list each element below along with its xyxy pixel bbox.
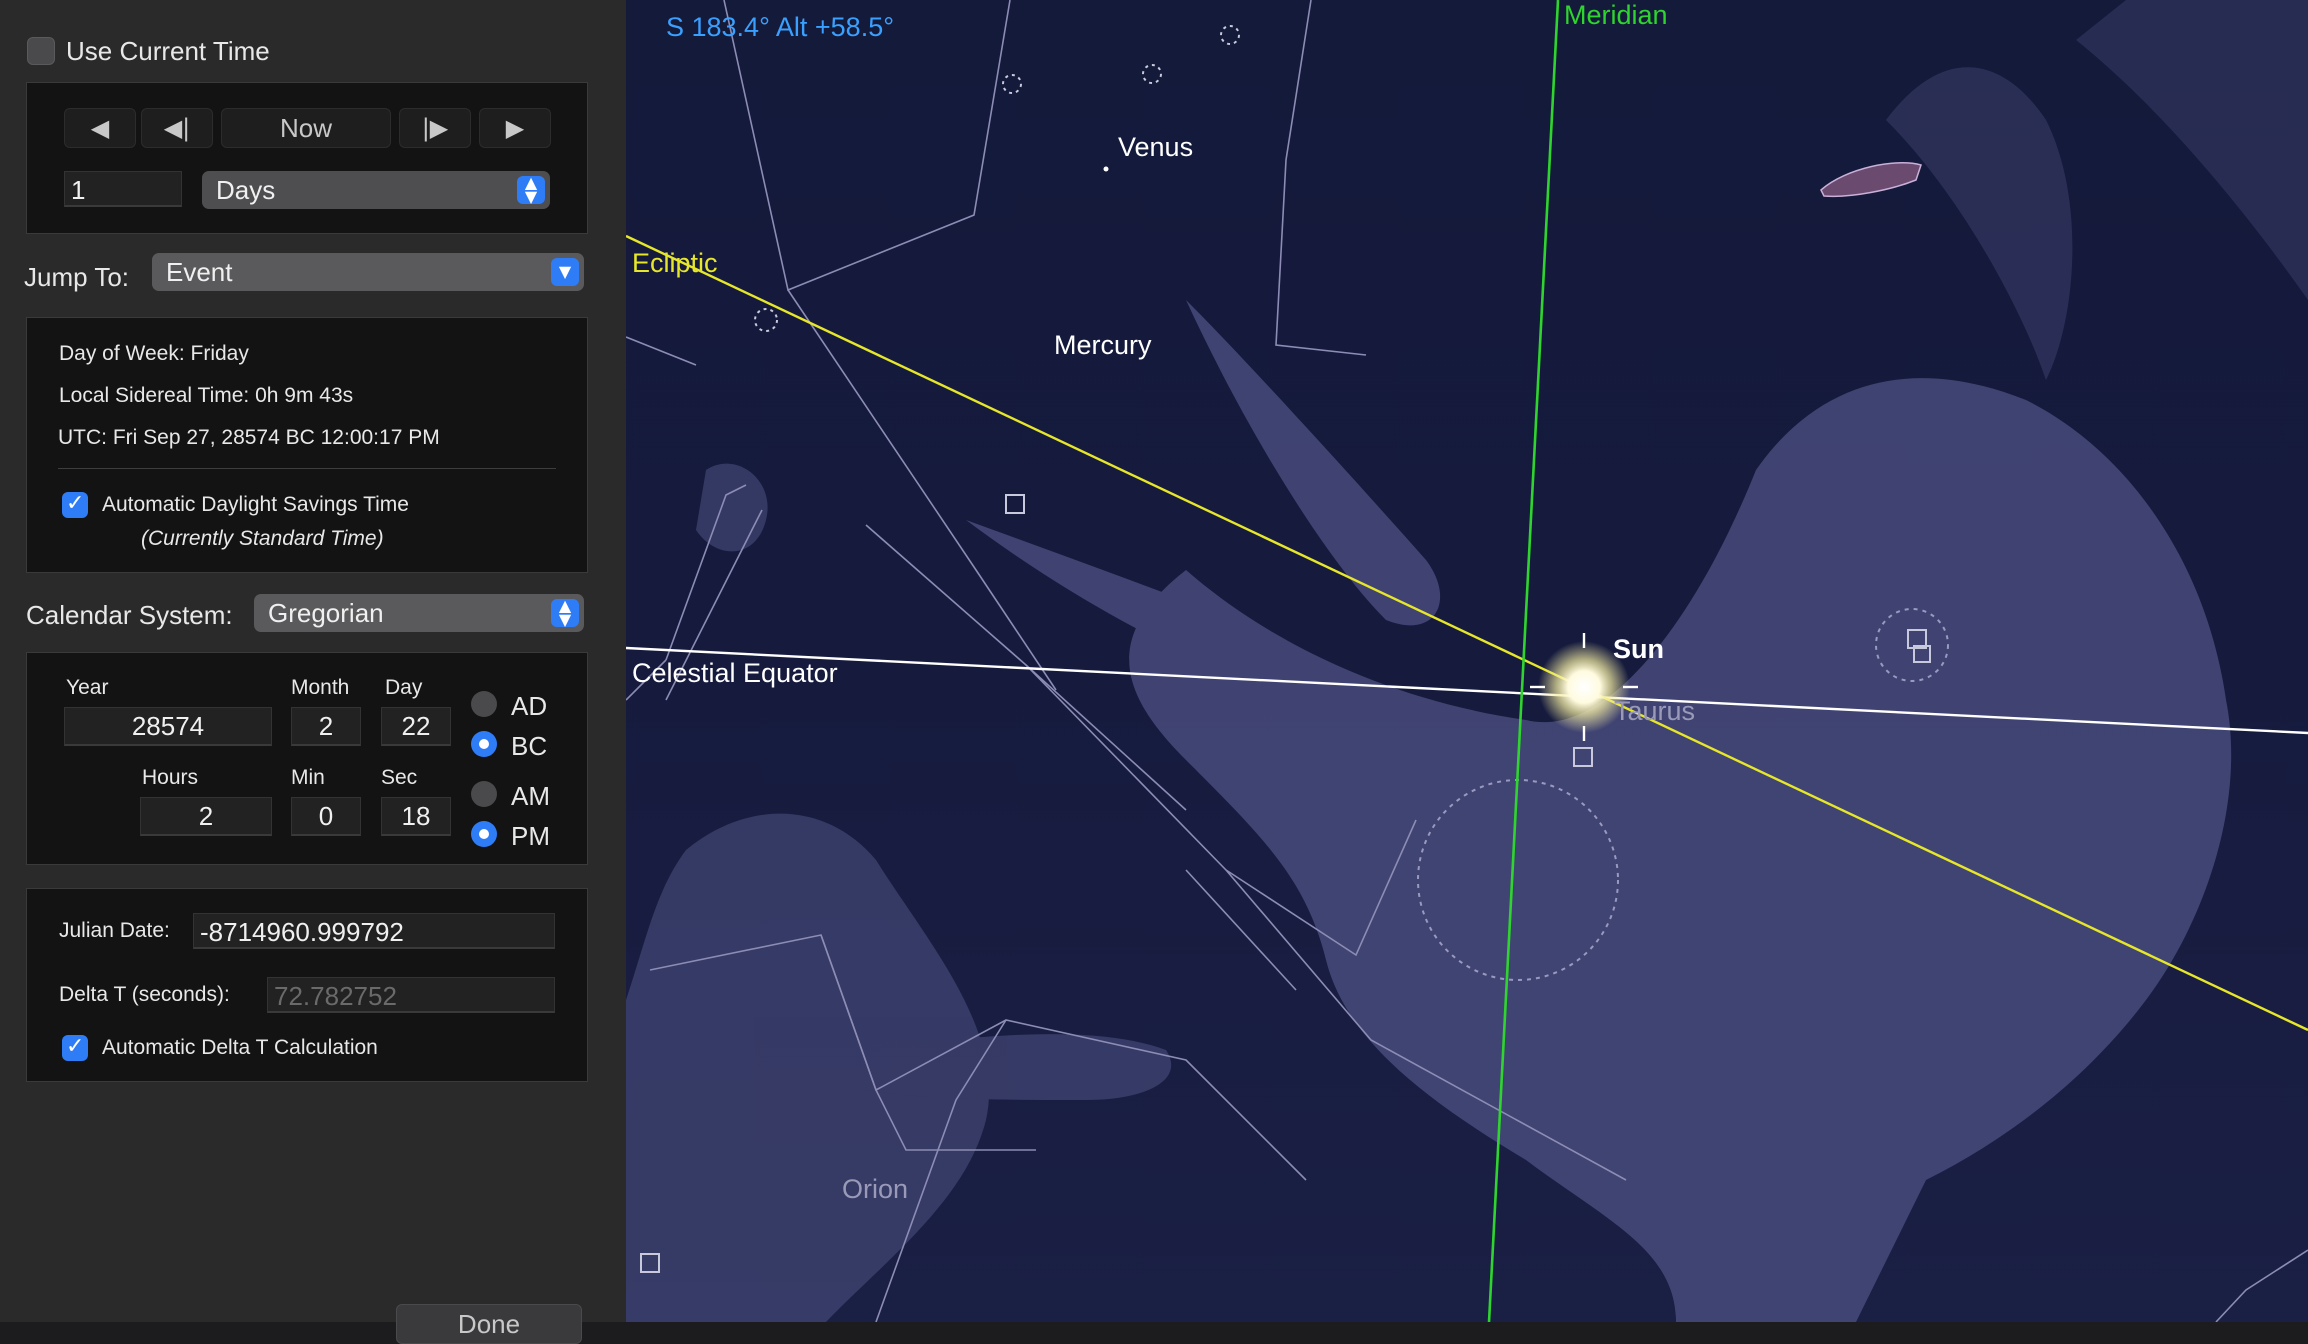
am-radio[interactable] — [471, 781, 497, 807]
updown-chevron-icon: ▲ ▼ — [551, 598, 579, 628]
pm-radio[interactable] — [471, 821, 497, 847]
julian-date-label: Julian Date: — [59, 919, 170, 942]
celestial-equator-label: Celestial Equator — [632, 658, 838, 688]
sec-field[interactable]: 18 — [381, 797, 451, 836]
sidereal-row: Local Sidereal Time: 0h 9m 43s — [59, 384, 353, 408]
taurus-label[interactable]: Taurus — [1614, 696, 1695, 727]
day-of-week-label: Day of Week: — [59, 342, 185, 365]
now-button[interactable]: Now — [221, 108, 391, 148]
min-label: Min — [291, 766, 325, 789]
step-unit-dropdown[interactable]: Days ▲ ▼ — [202, 171, 550, 209]
back-step-button[interactable]: ◀| — [141, 108, 213, 148]
dst-label: Automatic Daylight Savings Time — [102, 493, 409, 516]
pm-label: PM — [511, 821, 550, 851]
day-of-week-value: Friday — [190, 342, 249, 365]
date-time-box: Year Month Day 28574 2 22 Hours Min Sec … — [26, 652, 588, 865]
time-settings-panel: Use Current Time ◀ ◀| Now |▶ ▶ 1 Days ▲ ▼… — [0, 0, 626, 1344]
month-field[interactable]: 2 — [291, 707, 361, 746]
day-label: Day — [385, 676, 423, 699]
dst-status: (Currently Standard Time) — [141, 527, 384, 550]
delta-t-field: 72.782752 — [267, 977, 555, 1013]
mercury-label[interactable]: Mercury — [1054, 330, 1152, 361]
sidereal-label: Local Sidereal Time: — [59, 384, 250, 407]
julian-date-field[interactable]: -8714960.999792 — [193, 913, 555, 949]
utc-row: UTC: Fri Sep 27, 28574 BC 12:00:17 PM — [58, 426, 440, 450]
sky-chart-svg — [626, 0, 2308, 1322]
ad-label: AD — [511, 691, 548, 721]
min-field[interactable]: 0 — [291, 797, 361, 836]
ad-radio[interactable] — [471, 691, 497, 717]
forward-step-button[interactable]: |▶ — [399, 108, 471, 148]
use-current-time-label: Use Current Time — [66, 36, 270, 66]
nebula-shape — [1820, 162, 1922, 198]
use-current-time-checkbox[interactable] — [27, 37, 55, 65]
day-field[interactable]: 22 — [381, 707, 451, 746]
time-step-box: ◀ ◀| Now |▶ ▶ 1 Days ▲ ▼ — [26, 82, 588, 234]
jump-to-label: Jump To: — [24, 262, 130, 292]
view-coordinates: S 183.4° Alt +58.5° — [666, 12, 895, 42]
step-amount-field[interactable]: 1 — [64, 171, 182, 207]
year-label: Year — [66, 676, 109, 699]
auto-delta-t-label: Automatic Delta T Calculation — [102, 1036, 378, 1059]
bc-label: BC — [511, 731, 548, 761]
calendar-system-value: Gregorian — [268, 598, 384, 628]
julian-date-box: Julian Date: -8714960.999792 Delta T (se… — [26, 888, 588, 1082]
step-unit-value: Days — [216, 175, 276, 205]
updown-chevron-icon: ▲ ▼ — [517, 175, 545, 205]
chevron-down-icon: ▼ — [551, 258, 579, 286]
calendar-system-label: Calendar System: — [26, 600, 233, 630]
sidereal-value: 0h 9m 43s — [255, 384, 354, 407]
ecliptic-label: Ecliptic — [632, 248, 718, 278]
done-button[interactable]: Done — [396, 1304, 582, 1344]
dst-checkbox[interactable] — [62, 491, 88, 518]
auto-delta-t-checkbox[interactable] — [62, 1034, 88, 1061]
year-field[interactable]: 28574 — [64, 707, 272, 746]
orion-label[interactable]: Orion — [842, 1174, 908, 1205]
utc-value: Fri Sep 27, 28574 BC 12:00:17 PM — [112, 426, 440, 449]
time-info-box: Day of Week: Friday Local Sidereal Time:… — [26, 317, 588, 573]
utc-label: UTC: — [58, 426, 107, 449]
venus-label[interactable]: Venus — [1118, 132, 1193, 163]
forward-fast-button[interactable]: ▶ — [479, 108, 551, 148]
sky-view[interactable]: S 183.4° Alt +58.5° Meridian Ecliptic Ce… — [626, 0, 2308, 1322]
sec-label: Sec — [381, 766, 418, 789]
hours-field[interactable]: 2 — [140, 797, 272, 836]
jump-to-dropdown[interactable]: Event ▼ — [152, 253, 584, 291]
cluster-markers — [754, 25, 1240, 332]
bc-radio[interactable] — [471, 731, 497, 757]
hours-label: Hours — [142, 766, 199, 789]
info-divider — [58, 468, 556, 469]
back-fast-button[interactable]: ◀ — [64, 108, 136, 148]
am-label: AM — [511, 781, 550, 811]
meridian-label: Meridian — [1564, 0, 1668, 30]
calendar-system-dropdown[interactable]: Gregorian ▲ ▼ — [254, 594, 584, 632]
venus-dot — [1103, 166, 1109, 172]
delta-t-label: Delta T (seconds): — [59, 983, 230, 1006]
sun-label[interactable]: Sun — [1613, 634, 1664, 665]
day-of-week-row: Day of Week: Friday — [59, 342, 249, 366]
month-label: Month — [291, 676, 350, 699]
jump-to-value: Event — [166, 257, 233, 287]
